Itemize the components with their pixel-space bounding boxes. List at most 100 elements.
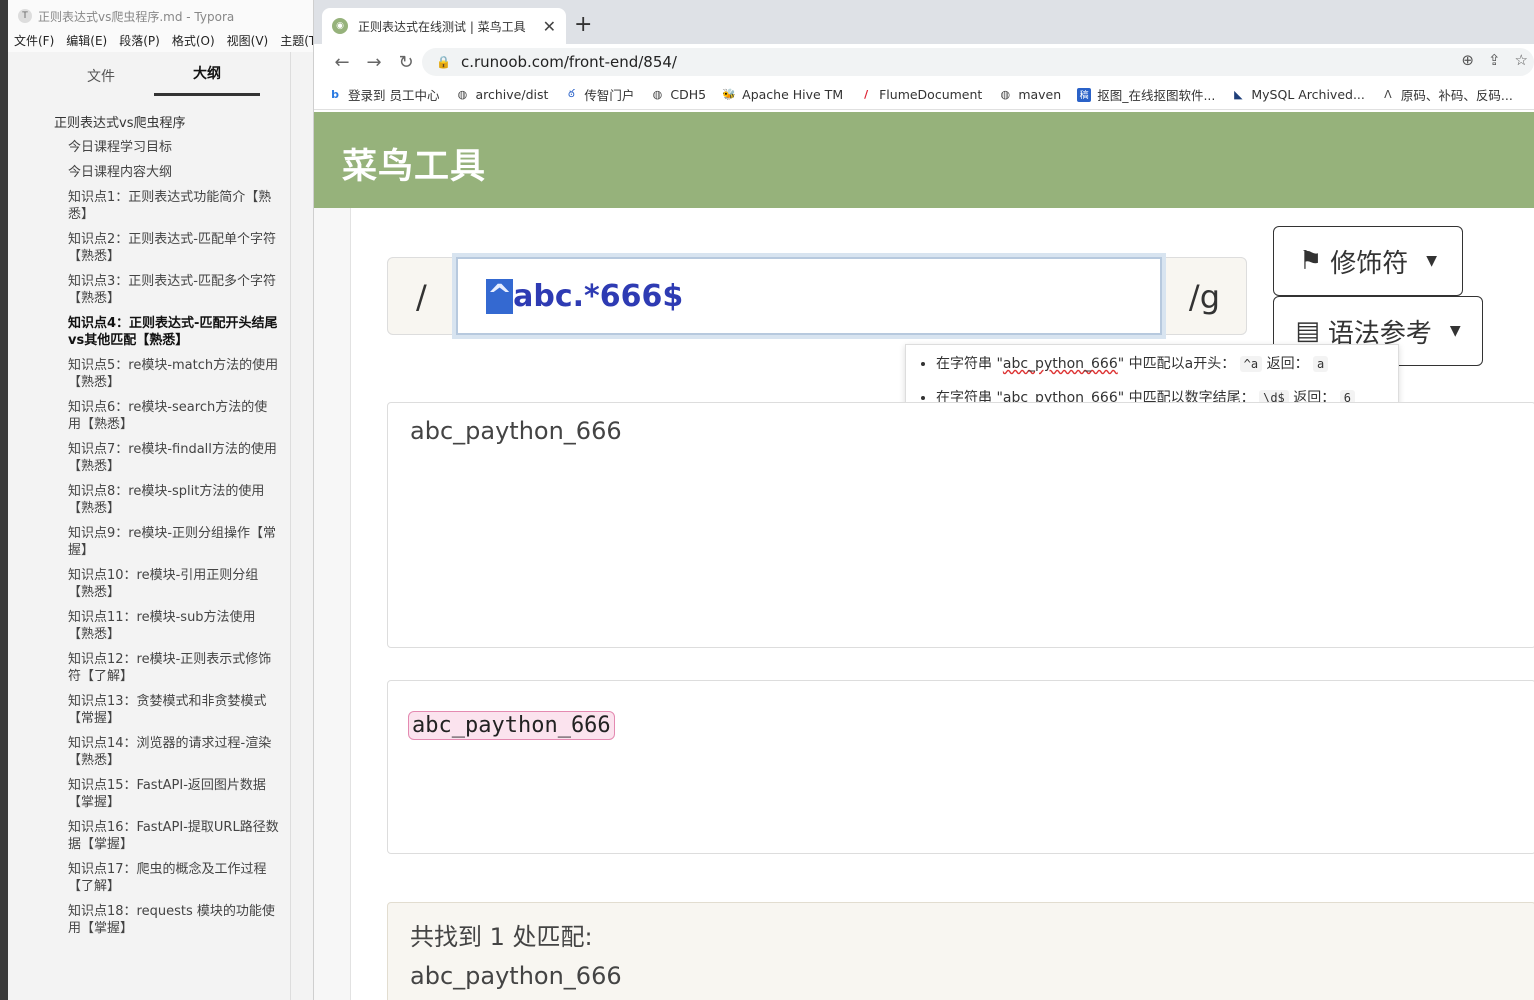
bookmark-item[interactable]: ◍ maven [998,87,1062,102]
menu-edit[interactable]: 编辑(E) [66,32,107,52]
tooltip-text: " 中匹配以a开头： [1117,356,1236,372]
page-viewport: 菜鸟工具 / ^ abc.*666$ /g ⚑ 修饰符 ▼ ▤ 语法参考 ▼ •… [314,112,1534,1000]
new-tab-icon[interactable]: + [574,12,592,37]
regex-input-group: / ^ abc.*666$ /g [387,257,1247,335]
typora-titlebar: T 正则表达式vs爬虫程序.md - Typora [8,0,313,32]
outline-item[interactable]: 知识点6：re模块-search方法的使用【熟悉】 [54,399,280,433]
outline-item[interactable]: 知识点2：正则表达式-匹配单个字符【熟悉】 [54,231,280,265]
outline-item-active[interactable]: 知识点4：正则表达式-匹配开头结尾vs其他匹配【熟悉】 [54,315,280,349]
outline-item[interactable]: 知识点5：re模块-match方法的使用【熟悉】 [54,357,280,391]
tooltip-string: abc_python_666 [1002,356,1118,372]
bookmark-item[interactable]: / FlumeDocument [859,87,982,102]
zoom-icon[interactable]: ⊕ [1461,51,1474,69]
bookmark-icon: ◍ [457,88,468,101]
chrome-tabstrip: ◉ 正则表达式在线测试 | 菜鸟工具 ✕ + [314,0,1534,44]
bookmark-icon: b [331,88,339,101]
close-tab-icon[interactable]: ✕ [543,17,556,36]
bookmark-icon: 稿 [1077,87,1092,102]
highlighted-match: abc_paython_666 [408,711,615,740]
outline-item[interactable]: 知识点14：浏览器的请求过程-渲染【熟悉】 [54,735,280,769]
bookmark-item[interactable]: ◍ archive/dist [455,87,549,102]
chrome-window: ◉ 正则表达式在线测试 | 菜鸟工具 ✕ + ← → ↻ 🔒 c.runoob.… [314,0,1534,1000]
bookmark-icon: 🐝 [722,88,736,101]
bookmark-item[interactable]: ◣ MySQL Archived... [1231,87,1365,102]
outline-item[interactable]: 知识点12：re模块-正则表示式修饰符【了解】 [54,651,280,685]
bookmark-label: maven [1018,87,1062,102]
typora-app-icon: T [18,9,32,23]
outline-item[interactable]: 知识点1：正则表达式功能简介【熟悉】 [54,189,280,223]
address-bar[interactable]: 🔒 c.runoob.com/front-end/854/ ⊕ ⇪ ☆ [422,48,1534,76]
bookmark-label: 传智门户 [584,88,635,103]
reload-icon[interactable]: ↻ [390,52,422,73]
bookmark-item[interactable]: b 登录到 员工中心 [328,85,439,104]
typora-sidebar: 文件 大纲 正则表达式vs爬虫程序 今日课程学习目标 今日课程内容大纲 知识点1… [8,52,291,1000]
site-header: 菜鸟工具 [314,112,1534,208]
outline-item[interactable]: 知识点3：正则表达式-匹配多个字符【熟悉】 [54,273,280,307]
typora-menubar: 文件(F) 编辑(E) 段落(P) 格式(O) 视图(V) 主题(T) [8,32,313,52]
menu-paragraph[interactable]: 段落(P) [119,32,160,52]
outline-item[interactable]: 今日课程内容大纲 [54,164,280,181]
tooltip-text: 返回： [1266,356,1309,372]
menu-view[interactable]: 视图(V) [227,32,269,52]
bookmarks-bar: b 登录到 员工中心 ◍ archive/dist ఠ 传智门户 ◍ CDH5 🐝 Apa… [314,80,1534,110]
outline-item[interactable]: 知识点17：爬虫的概念及工作过程【了解】 [54,861,280,895]
caret-down-icon: ▼ [1449,323,1461,339]
bookmark-item[interactable]: ◍ CDH5 [650,87,707,102]
outline-list: 正则表达式vs爬虫程序 今日课程学习目标 今日课程内容大纲 知识点1：正则表达式… [8,96,290,937]
lock-icon[interactable]: 🔒 [436,55,451,69]
outline-item[interactable]: 知识点15：FastAPI-返回图片数据【掌握】 [54,777,280,811]
bookmark-icon: ᐱ [1384,88,1392,101]
back-arrow-icon[interactable]: ← [326,52,358,73]
outline-item[interactable]: 知识点9：re模块-正则分组操作【常握】 [54,525,280,559]
menu-theme[interactable]: 主题(T) [280,32,313,52]
bookmark-item[interactable]: 稿抠图_在线抠图软件... [1077,85,1215,104]
summary-match: abc_paython_666 [410,962,622,990]
outline-item[interactable]: 知识点16：FastAPI-提取URL路径数据【掌握】 [54,819,280,853]
regex-text: abc.*666$ [513,278,684,314]
site-logo-text[interactable]: 菜鸟工具 [342,138,486,189]
bookmark-star-icon[interactable]: ☆ [1515,51,1528,69]
main-content: / ^abc.*666$ /g ⚑ 修饰符 ▼ ▤ 语法参考 ▼ 在字符串 "a… [350,208,1534,1000]
tab-title: 正则表达式在线测试 | 菜鸟工具 [358,19,526,34]
bookmark-item[interactable]: 🐝 Apache Hive TM [722,87,843,102]
modifier-dropdown-button[interactable]: ⚑ 修饰符 ▼ [1273,226,1463,296]
omnibox-actions: ⊕ ⇪ ☆ [1461,51,1528,69]
browser-tab-active[interactable]: ◉ 正则表达式在线测试 | 菜鸟工具 ✕ [322,8,566,44]
bookmark-icon: ◍ [652,88,663,101]
test-string-textarea[interactable]: abc_paython_666 [387,402,1534,648]
tooltip-code: ^a [1239,356,1263,372]
match-summary: 共找到 1 处匹配: abc_paython_666 [387,902,1534,1000]
url-text: c.runoob.com/front-end/854/ [460,53,677,71]
outline-item[interactable]: 知识点13：贪婪模式和非贪婪模式【常握】 [54,693,280,727]
bookmark-label: FlumeDocument [879,87,983,102]
tooltip-text: 在字符串 " [936,356,1003,372]
flag-icon: ⚑ [1298,246,1323,276]
outline-item[interactable]: 知识点7：re模块-findall方法的使用【熟悉】 [54,441,280,475]
outline-root[interactable]: 正则表达式vs爬虫程序 [54,112,280,131]
menu-format[interactable]: 格式(O) [172,32,215,52]
bookmark-item[interactable]: ᐱ 原码、补码、反码... [1381,85,1513,104]
bookmark-icon: / [864,88,869,101]
bookmark-icon: ◍ [1000,88,1011,101]
modifier-label: 修饰符 [1330,248,1409,279]
bookmark-label: Apache Hive TM [742,87,844,102]
forward-arrow-icon[interactable]: → [358,52,390,73]
outline-item[interactable]: 知识点8：re模块-split方法的使用【熟悉】 [54,483,280,517]
typora-window-title: 正则表达式vs爬虫程序.md - Typora [38,9,235,24]
bookmark-label: CDH5 [670,87,707,102]
typora-window: T 正则表达式vs爬虫程序.md - Typora 文件(F) 编辑(E) 段落… [0,0,314,1000]
chrome-toolbar: ← → ↻ 🔒 c.runoob.com/front-end/854/ ⊕ ⇪ … [314,44,1534,80]
tab-outline[interactable]: 大纲 [154,63,260,96]
regex-input[interactable]: ^ abc.*666$ [456,257,1162,335]
bookmark-icon: ఠ [568,86,575,100]
menu-file[interactable]: 文件(F) [14,32,54,52]
outline-item[interactable]: 知识点10：re模块-引用正则分组【熟悉】 [54,567,280,601]
tab-files[interactable]: 文件 [48,66,154,96]
bookmark-item[interactable]: ఠ 传智门户 [564,85,634,104]
share-icon[interactable]: ⇪ [1488,51,1501,69]
outline-item[interactable]: 知识点11：re模块-sub方法使用【熟悉】 [54,609,280,643]
outline-item[interactable]: 今日课程学习目标 [54,139,280,156]
tooltip-item[interactable]: 在字符串 "abc_python_666" 中匹配以a开头： ^a 返回： a [936,353,1388,373]
runoob-favicon-icon: ◉ [332,18,348,34]
outline-item[interactable]: 知识点18：requests 模块的功能使用【掌握】 [54,903,280,937]
